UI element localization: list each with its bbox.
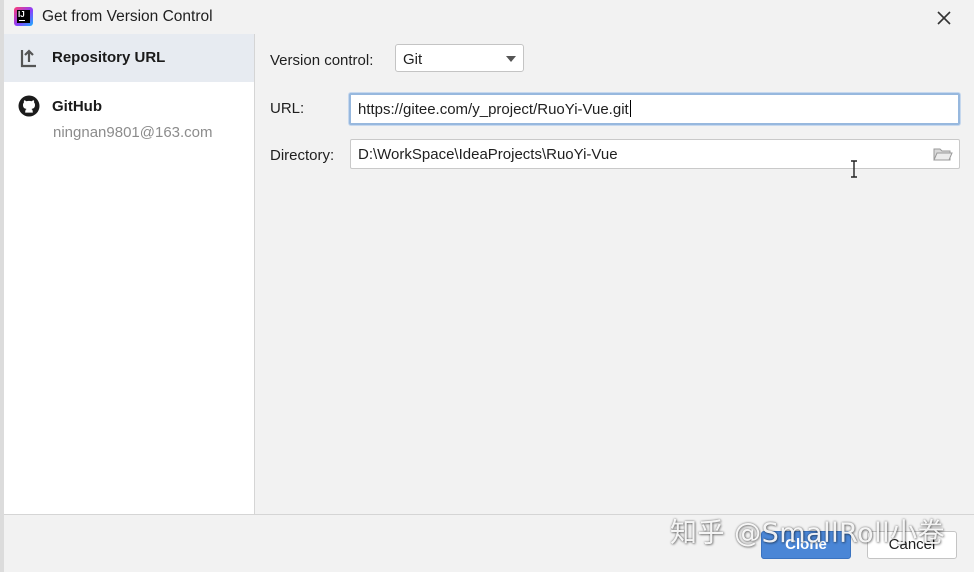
title-bar[interactable]: IJ Get from Version Control xyxy=(4,0,974,34)
dialog-title: Get from Version Control xyxy=(42,8,213,25)
url-label: URL: xyxy=(270,100,305,117)
url-value: https://gitee.com/y_project/RuoYi-Vue.gi… xyxy=(358,101,629,118)
i-beam-cursor-icon xyxy=(851,160,857,178)
browse-folder-button[interactable] xyxy=(933,146,953,162)
version-control-value: Git xyxy=(403,51,423,68)
dialog-window: IJ Get from Version Control Repository U… xyxy=(0,0,974,572)
github-account-email: ningnan9801@163.com xyxy=(53,124,213,141)
directory-input[interactable]: D:\WorkSpace\IdeaProjects\RuoYi-Vue xyxy=(350,139,960,169)
sidebar-item-repository-url[interactable]: Repository URL xyxy=(4,34,254,82)
sidebar-item-label: Repository URL xyxy=(52,49,166,66)
sidebar-item-label: GitHub xyxy=(52,98,102,115)
github-icon xyxy=(18,95,40,117)
directory-value: D:\WorkSpace\IdeaProjects\RuoYi-Vue xyxy=(358,146,618,163)
version-control-select[interactable]: Git xyxy=(395,44,524,72)
version-control-label: Version control: xyxy=(270,52,374,69)
watermark-text: 知乎 @SmallRoll小卷 xyxy=(670,518,946,549)
intellij-idea-icon: IJ xyxy=(14,7,33,26)
directory-label: Directory: xyxy=(270,147,335,164)
source-sidebar: Repository URL GitHub ningnan9801@163.co… xyxy=(4,34,255,514)
chevron-down-icon xyxy=(506,56,516,62)
vcs-download-icon xyxy=(20,49,36,68)
close-icon xyxy=(937,11,951,25)
text-caret xyxy=(629,100,631,117)
url-input[interactable]: https://gitee.com/y_project/RuoYi-Vue.gi… xyxy=(349,93,960,125)
close-button[interactable] xyxy=(930,4,956,30)
folder-icon xyxy=(933,148,953,161)
sidebar-item-github[interactable]: GitHub ningnan9801@163.com xyxy=(4,86,254,146)
